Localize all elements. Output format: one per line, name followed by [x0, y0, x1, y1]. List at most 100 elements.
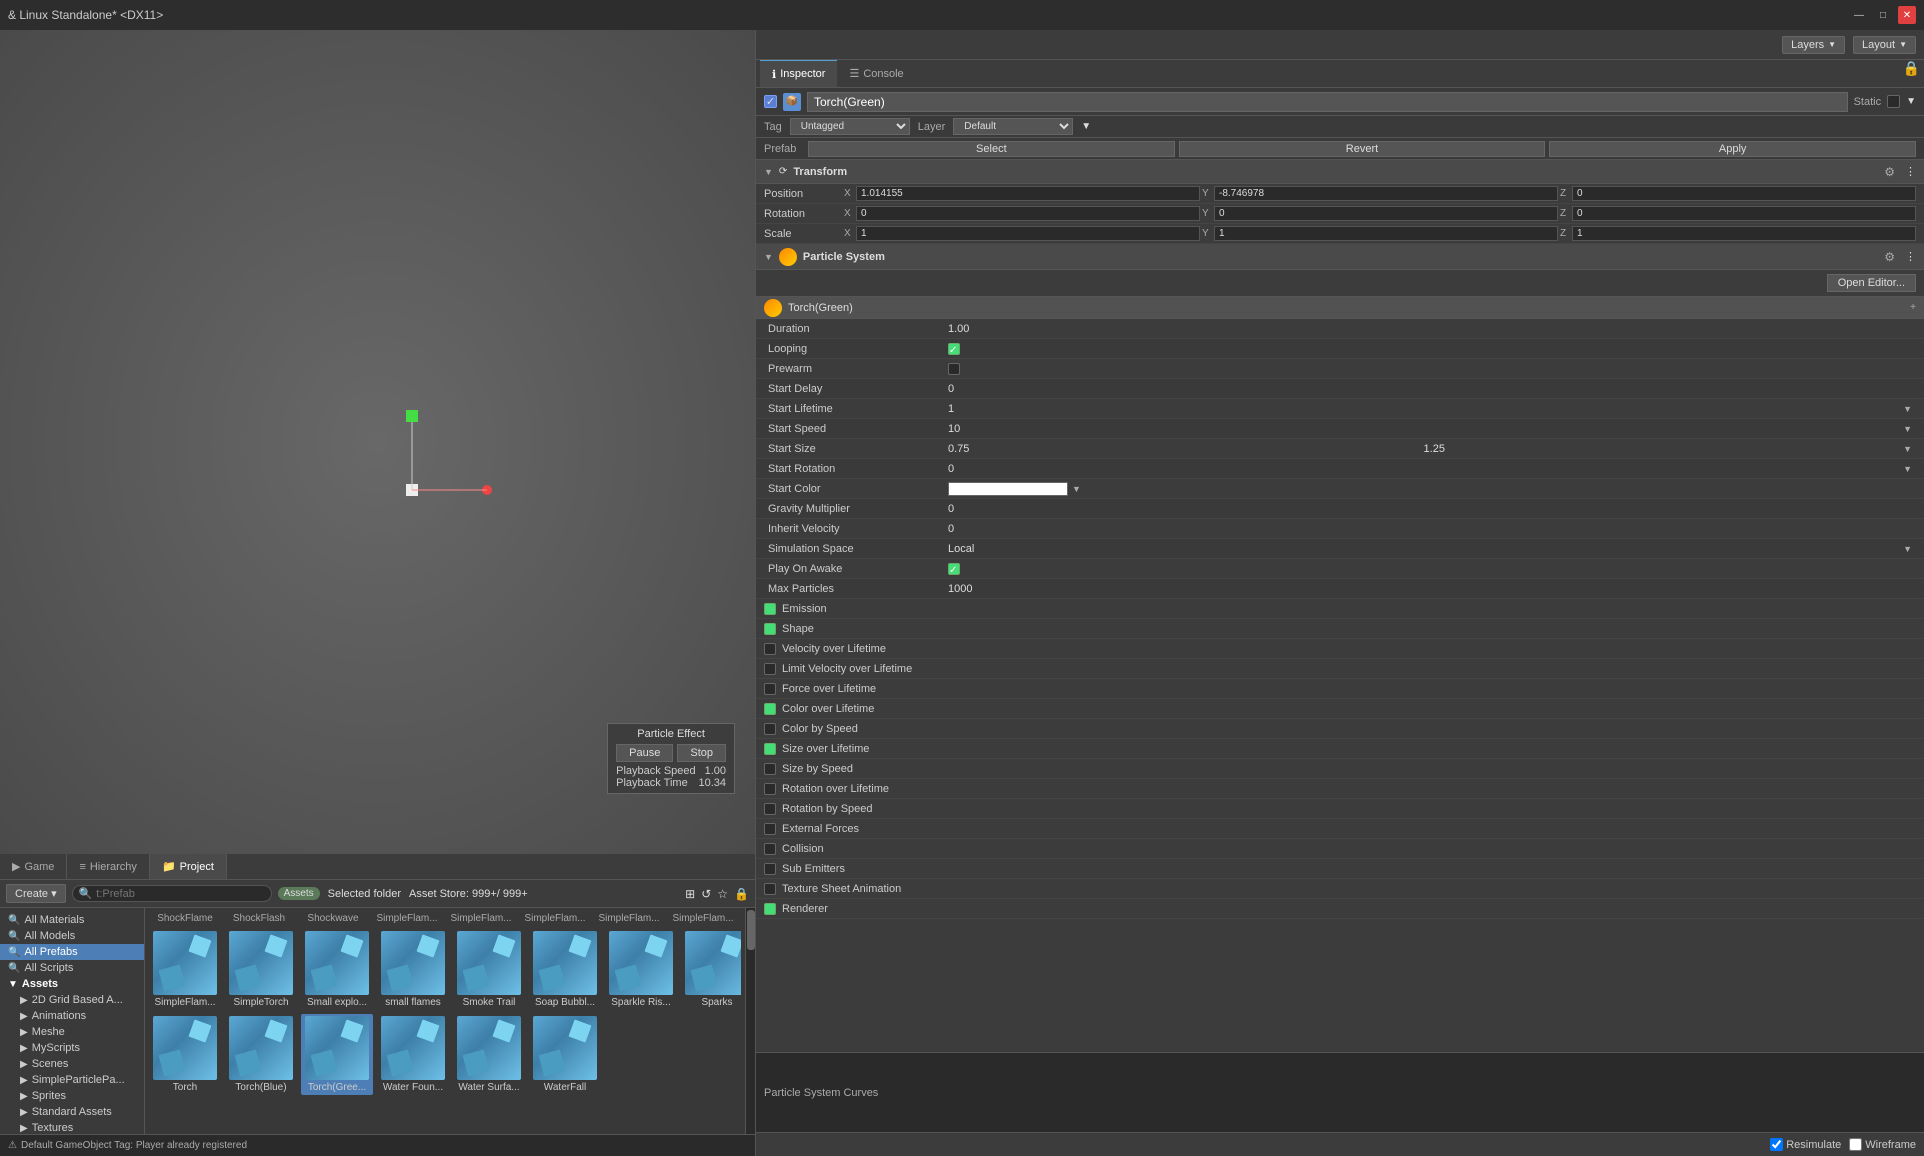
select-button[interactable]: Select: [808, 141, 1175, 157]
list-item[interactable]: Water Foun...: [377, 1014, 449, 1095]
texture-sheet-check[interactable]: [764, 883, 776, 895]
rotation-lifetime-row[interactable]: Rotation over Lifetime: [756, 779, 1924, 799]
folder-simpleparticle[interactable]: ▶ SimpleParticlePa...: [0, 1072, 144, 1088]
position-y-input[interactable]: -8.746978: [1214, 186, 1558, 201]
looping-checkbox[interactable]: ✓: [948, 343, 960, 355]
external-forces-check[interactable]: [764, 823, 776, 835]
start-speed-arrow[interactable]: ▼: [1903, 424, 1912, 434]
maximize-button[interactable]: □: [1874, 6, 1892, 24]
layout-dropdown[interactable]: Layout: [1853, 36, 1916, 54]
lock-icon[interactable]: 🔒: [734, 887, 749, 901]
revert-button[interactable]: Revert: [1179, 141, 1546, 157]
color-speed-check[interactable]: [764, 723, 776, 735]
folder-all-scripts[interactable]: 🔍 All Scripts: [0, 960, 144, 976]
list-item[interactable]: Smoke Trail: [453, 929, 525, 1010]
tab-hierarchy[interactable]: ≡ Hierarchy: [67, 854, 150, 879]
list-item[interactable]: Water Surfa...: [453, 1014, 525, 1095]
rotation-lifetime-check[interactable]: [764, 783, 776, 795]
start-lifetime-arrow[interactable]: ▼: [1903, 404, 1912, 414]
rotation-x-input[interactable]: 0: [856, 206, 1200, 221]
folder-scenes[interactable]: ▶ Scenes: [0, 1056, 144, 1072]
stop-button[interactable]: Stop: [677, 744, 726, 762]
list-item[interactable]: Sparkle Ris...: [605, 929, 677, 1010]
start-size-value2[interactable]: 1.25: [1424, 443, 1900, 455]
collision-check[interactable]: [764, 843, 776, 855]
folder-meshe[interactable]: ▶ Meshe: [0, 1024, 144, 1040]
folder-all-prefabs[interactable]: 🔍 All Prefabs: [0, 944, 144, 960]
object-name-input[interactable]: [807, 92, 1848, 112]
scale-y-input[interactable]: 1: [1214, 226, 1558, 241]
list-item[interactable]: SimpleTorch: [225, 929, 297, 1010]
gravity-value[interactable]: 0: [948, 503, 1912, 515]
force-lifetime-row[interactable]: Force over Lifetime: [756, 679, 1924, 699]
folder-sprites[interactable]: ▶ Sprites: [0, 1088, 144, 1104]
velocity-lifetime-check[interactable]: [764, 643, 776, 655]
start-rotation-arrow[interactable]: ▼: [1903, 464, 1912, 474]
refresh-icon[interactable]: ↺: [701, 887, 711, 901]
tab-inspector[interactable]: ℹ Inspector: [760, 60, 837, 87]
emission-row[interactable]: Emission: [756, 599, 1924, 619]
close-button[interactable]: ✕: [1898, 6, 1916, 24]
scale-x-input[interactable]: 1: [856, 226, 1200, 241]
minimize-button[interactable]: —: [1850, 6, 1868, 24]
shape-check[interactable]: [764, 623, 776, 635]
renderer-row[interactable]: Renderer: [756, 899, 1924, 919]
static-checkbox[interactable]: [1887, 95, 1900, 108]
folder-standard-assets[interactable]: ▶ Standard Assets: [0, 1104, 144, 1120]
start-speed-value[interactable]: 10: [948, 423, 1899, 435]
start-color-swatch[interactable]: [948, 482, 1068, 496]
create-button[interactable]: Create ▾: [6, 884, 66, 903]
particle-extra-icon[interactable]: ⋮: [1905, 250, 1916, 263]
list-item[interactable]: SimpleFlam...: [149, 929, 221, 1010]
inherit-velocity-value[interactable]: 0: [948, 523, 1912, 535]
tab-project[interactable]: 📁 Project: [150, 854, 227, 879]
duration-value[interactable]: 1.00: [948, 323, 1912, 335]
force-lifetime-check[interactable]: [764, 683, 776, 695]
prewarm-checkbox[interactable]: [948, 363, 960, 375]
particle-system-header[interactable]: ▼ Particle System ⚙ ⋮: [756, 244, 1924, 270]
transform-gear-icon[interactable]: ⚙: [1884, 165, 1895, 179]
scale-z-input[interactable]: 1: [1572, 226, 1916, 241]
sub-emitters-row[interactable]: Sub Emitters: [756, 859, 1924, 879]
transform-header[interactable]: ▼ ⟳ Transform ⚙ ⋮: [756, 160, 1924, 184]
folder-all-models[interactable]: 🔍 All Models: [0, 928, 144, 944]
simulation-space-arrow[interactable]: ▼: [1903, 544, 1912, 554]
wireframe-checkbox[interactable]: [1849, 1138, 1862, 1151]
start-size-value1[interactable]: 0.75: [948, 443, 1424, 455]
asset-scrollbar[interactable]: [745, 908, 755, 1134]
collision-row[interactable]: Collision: [756, 839, 1924, 859]
size-lifetime-check[interactable]: [764, 743, 776, 755]
sub-emitters-check[interactable]: [764, 863, 776, 875]
folder-animations[interactable]: ▶ Animations: [0, 1008, 144, 1024]
rotation-speed-check[interactable]: [764, 803, 776, 815]
rotation-speed-row[interactable]: Rotation by Speed: [756, 799, 1924, 819]
emission-check[interactable]: [764, 603, 776, 615]
list-item[interactable]: small flames: [377, 929, 449, 1010]
renderer-check[interactable]: [764, 903, 776, 915]
list-item[interactable]: WaterFall: [529, 1014, 601, 1095]
simulation-space-value[interactable]: Local: [948, 543, 1899, 555]
tab-console[interactable]: ☰ Console: [837, 60, 915, 87]
list-item[interactable]: Sparks: [681, 929, 741, 1010]
start-size-arrow[interactable]: ▼: [1903, 444, 1912, 454]
panel-lock-icon[interactable]: 🔒: [1903, 60, 1920, 87]
texture-sheet-row[interactable]: Texture Sheet Animation: [756, 879, 1924, 899]
folder-all-materials[interactable]: 🔍 All Materials: [0, 912, 144, 928]
limit-velocity-check[interactable]: [764, 663, 776, 675]
limit-velocity-row[interactable]: Limit Velocity over Lifetime: [756, 659, 1924, 679]
particle-system-gear-icon[interactable]: ⚙: [1884, 250, 1895, 264]
rotation-y-input[interactable]: 0: [1214, 206, 1558, 221]
folder-2dgrid[interactable]: ▶ 2D Grid Based A...: [0, 992, 144, 1008]
open-editor-button[interactable]: Open Editor...: [1827, 274, 1916, 292]
size-speed-check[interactable]: [764, 763, 776, 775]
start-rotation-value[interactable]: 0: [948, 463, 1899, 475]
particle-subsection-header[interactable]: Torch(Green) +: [756, 297, 1924, 319]
shape-row[interactable]: Shape: [756, 619, 1924, 639]
rotation-z-input[interactable]: 0: [1572, 206, 1916, 221]
apply-button[interactable]: Apply: [1549, 141, 1916, 157]
layers-dropdown[interactable]: Layers: [1782, 36, 1845, 54]
list-item[interactable]: Torch: [149, 1014, 221, 1095]
filter-assets[interactable]: Assets: [278, 887, 320, 900]
play-on-awake-checkbox[interactable]: ✓: [948, 563, 960, 575]
star-icon[interactable]: ☆: [717, 887, 728, 901]
